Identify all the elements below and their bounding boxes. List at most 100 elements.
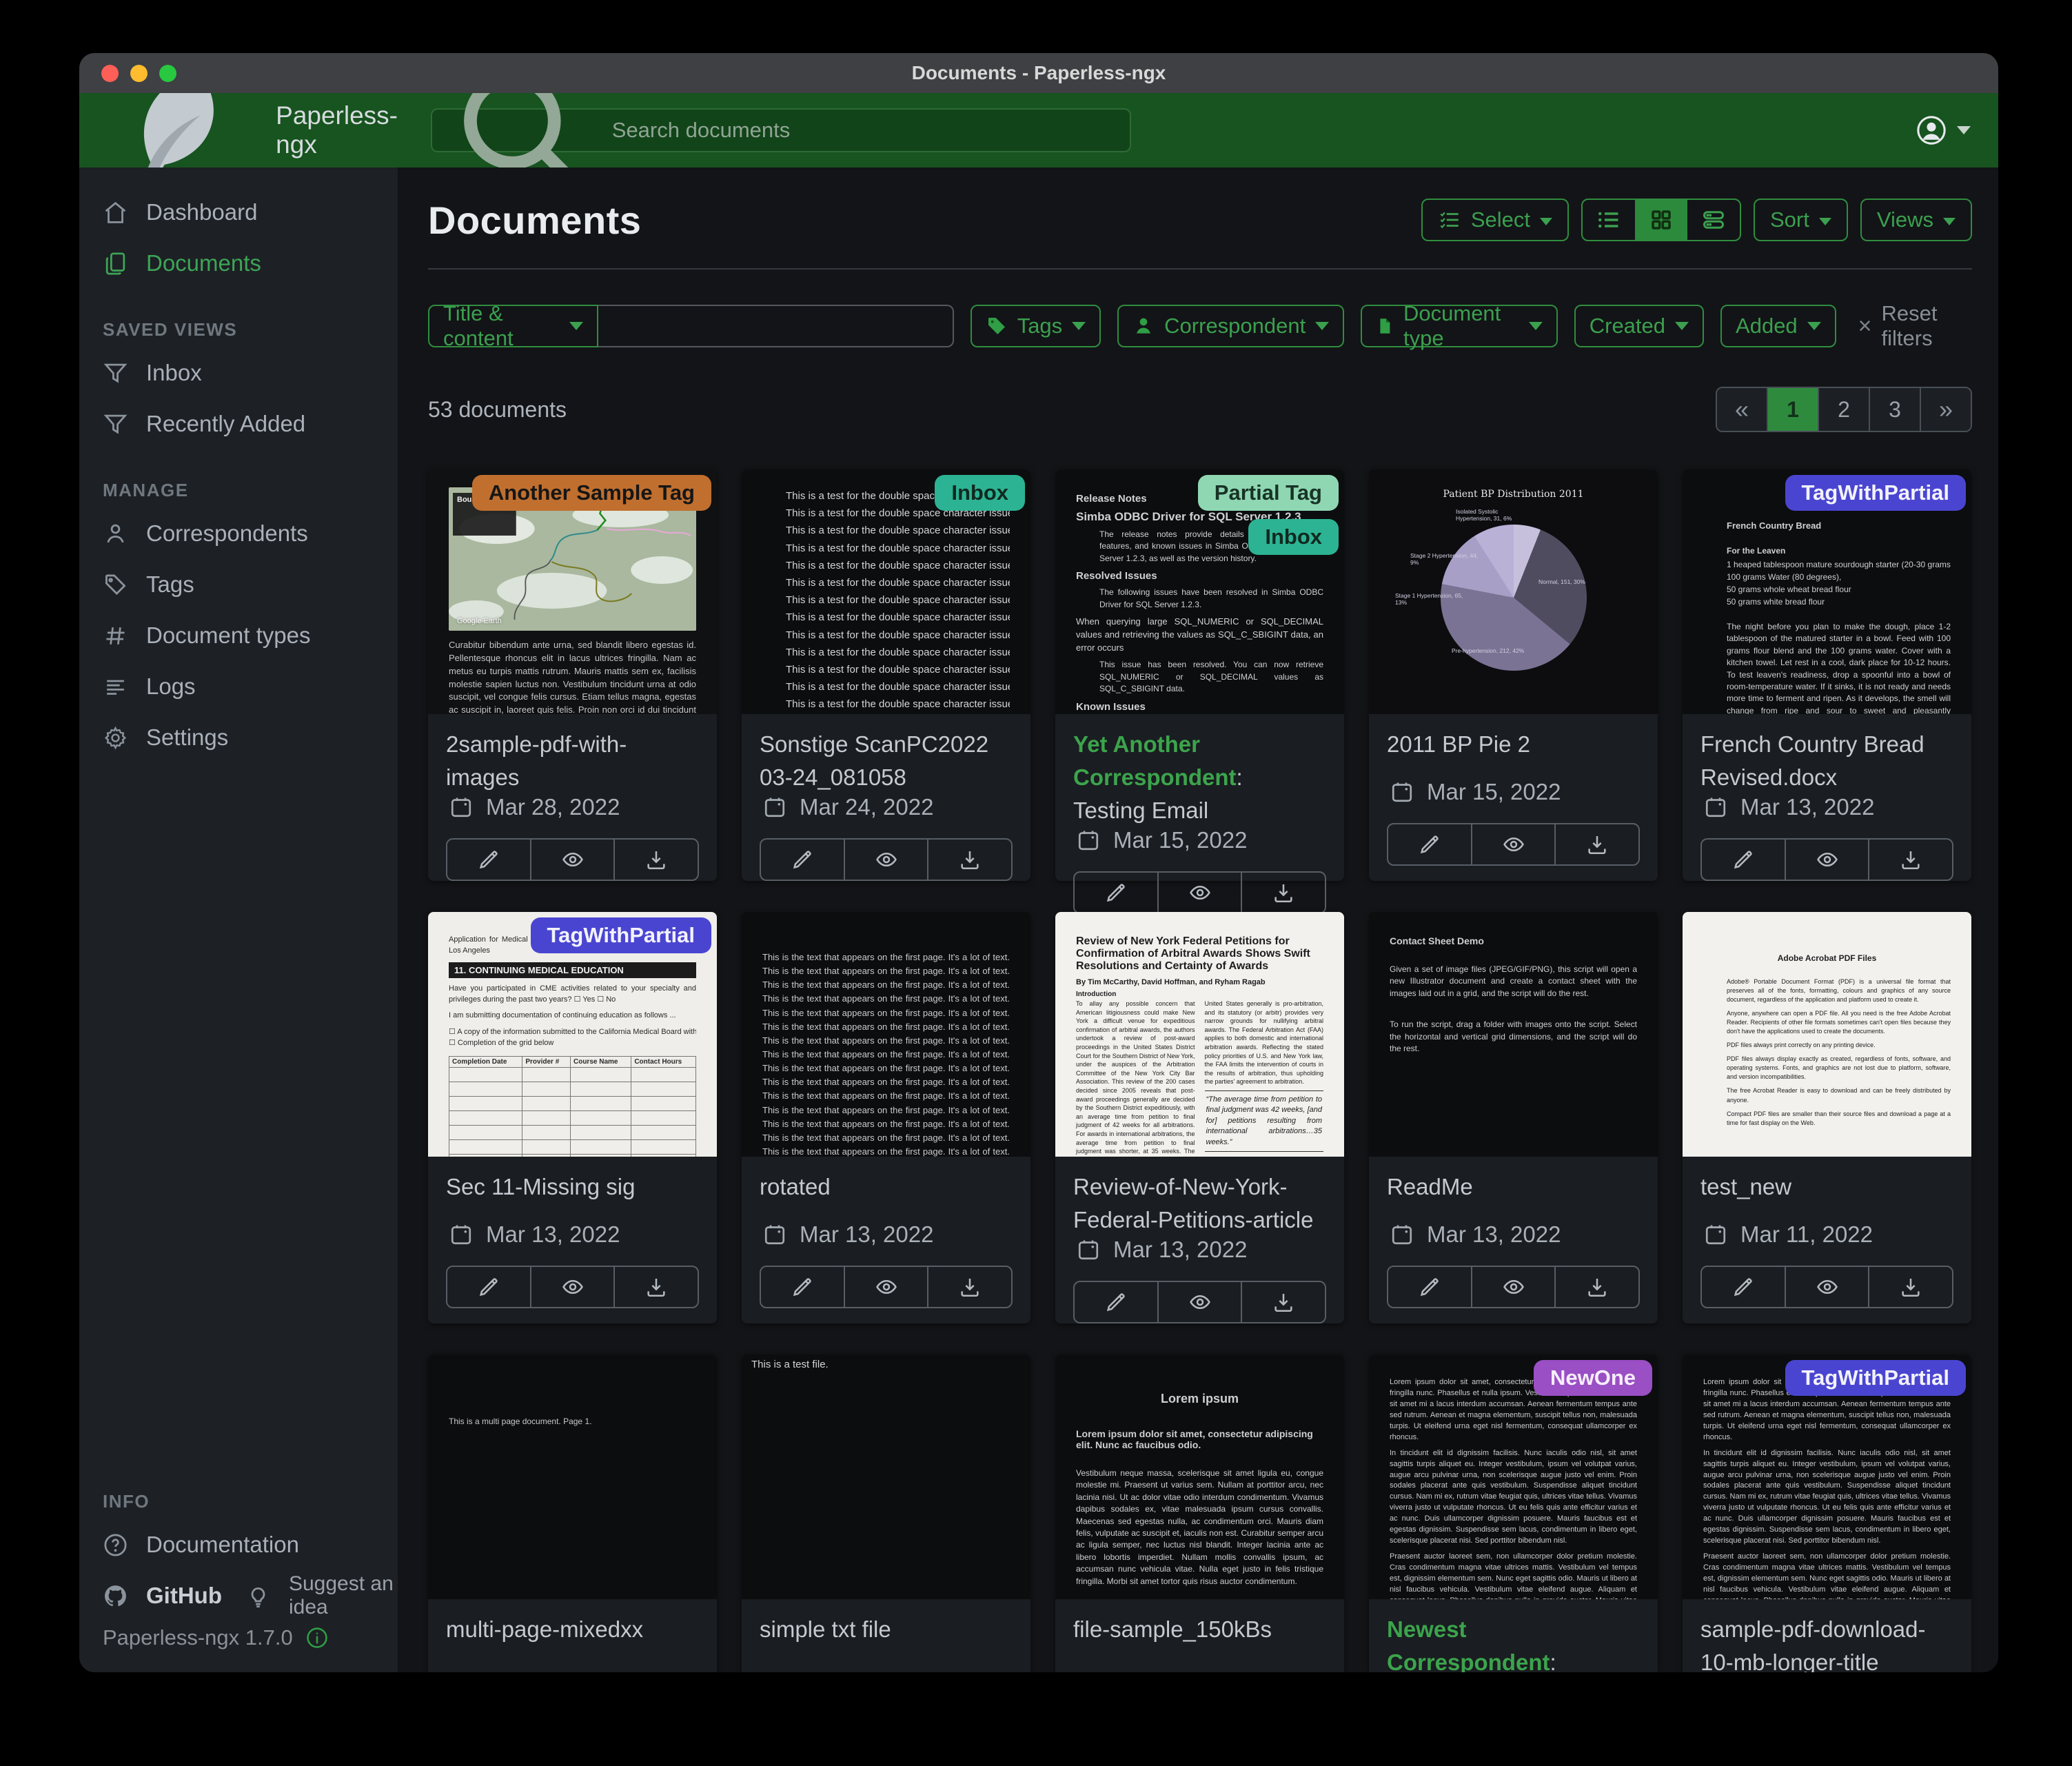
sidebar-item-documents[interactable]: Documents	[79, 238, 398, 289]
view-button[interactable]	[1157, 1282, 1241, 1322]
document-thumbnail[interactable]: Lorem ipsumLorem ipsum dolor sit amet, c…	[1055, 1354, 1344, 1599]
document-correspondent-link[interactable]: Newest Correspondent	[1387, 1616, 1550, 1672]
title-content-input[interactable]	[598, 305, 954, 347]
edit-button[interactable]	[1075, 873, 1157, 913]
title-content-dropdown[interactable]: Title & content	[428, 305, 598, 347]
edit-button[interactable]	[1075, 1282, 1157, 1322]
document-thumbnail[interactable]: Review of New York Federal Petitions for…	[1055, 912, 1344, 1157]
document-title-link[interactable]: Sec 11-Missing sig	[446, 1170, 699, 1204]
tag-badge[interactable]: Inbox	[935, 475, 1025, 511]
document-title-link[interactable]: Newest Correspondent: f_combineds	[1387, 1613, 1640, 1672]
download-button[interactable]	[1868, 840, 1952, 880]
maximize-window-button[interactable]	[159, 65, 176, 82]
tag-badge[interactable]: TagWithPartial	[1785, 1360, 1966, 1396]
minimize-window-button[interactable]	[130, 65, 148, 82]
view-button[interactable]	[1471, 1267, 1555, 1307]
edit-button[interactable]	[761, 1267, 844, 1307]
document-thumbnail[interactable]: This is a test file.	[742, 1354, 1030, 1599]
pagination-page-1[interactable]: 1	[1767, 388, 1818, 431]
document-title-link[interactable]: file-sample_150kBs	[1073, 1613, 1326, 1646]
document-thumbnail[interactable]: Contact Sheet DemoGiven a set of image f…	[1369, 912, 1658, 1157]
sidebar-item-recently-added[interactable]: Recently Added	[79, 398, 398, 449]
sidebar-item-inbox[interactable]: Inbox	[79, 347, 398, 398]
edit-button[interactable]	[1388, 1267, 1471, 1307]
pagination-page-3[interactable]: 3	[1869, 388, 1920, 431]
sidebar-item-dashboard[interactable]: Dashboard	[79, 187, 398, 238]
pagination-page-2[interactable]: 2	[1818, 388, 1869, 431]
view-grid-button[interactable]	[1635, 200, 1687, 240]
sidebar-item-correspondents[interactable]: Correspondents	[79, 508, 398, 559]
tag-badge[interactable]: Inbox	[1248, 519, 1339, 555]
download-button[interactable]	[1868, 1267, 1952, 1307]
sidebar-item-document-types[interactable]: Document types	[79, 610, 398, 661]
views-button[interactable]: Views	[1860, 199, 1972, 241]
sidebar-item-suggest-an-idea[interactable]: Suggest an idea	[222, 1570, 398, 1621]
sidebar-item-documentation[interactable]: Documentation	[79, 1519, 398, 1570]
tags-filter-button[interactable]: Tags	[971, 305, 1101, 347]
document-title-link[interactable]: 2011 BP Pie 2	[1387, 728, 1640, 761]
added-filter-button[interactable]: Added	[1720, 305, 1836, 347]
document-title-link[interactable]: ReadMe	[1387, 1170, 1640, 1204]
edit-button[interactable]	[761, 840, 844, 880]
view-button[interactable]	[1785, 1267, 1869, 1307]
download-button[interactable]	[1554, 1267, 1638, 1307]
search-input[interactable]	[611, 117, 1117, 143]
tag-badge[interactable]: NewOne	[1534, 1360, 1652, 1396]
document-title-link[interactable]: simple txt file	[760, 1613, 1013, 1646]
reset-filters-button[interactable]: × Reset filters	[1858, 301, 1972, 351]
pagination-prev-button[interactable]: «	[1717, 388, 1767, 431]
document-correspondent-link[interactable]: Yet Another Correspondent	[1073, 731, 1237, 790]
correspondent-filter-button[interactable]: Correspondent	[1117, 305, 1344, 347]
document-title-link[interactable]: Yet Another Correspondent: Testing Email	[1073, 728, 1326, 827]
close-window-button[interactable]	[101, 65, 119, 82]
tag-badge[interactable]: Another Sample Tag	[472, 475, 711, 511]
created-filter-button[interactable]: Created	[1574, 305, 1704, 347]
document-title-link[interactable]: Sonstige ScanPC2022 03-24_081058	[760, 728, 1013, 794]
document-title-link[interactable]: French Country Bread Revised.docx	[1700, 728, 1953, 794]
document-thumbnail[interactable]: This is a multi page document. Page 1.	[428, 1354, 717, 1599]
download-button[interactable]	[927, 840, 1011, 880]
download-button[interactable]	[1241, 1282, 1325, 1322]
pagination-next-button[interactable]: »	[1920, 388, 1971, 431]
edit-button[interactable]	[1702, 840, 1785, 880]
tag-badge[interactable]: TagWithPartial	[531, 917, 711, 953]
download-button[interactable]	[613, 1267, 698, 1307]
sidebar-item-tags[interactable]: Tags	[79, 559, 398, 610]
document-title-link[interactable]: rotated	[760, 1170, 1013, 1204]
view-button[interactable]	[530, 1267, 614, 1307]
document-thumbnail[interactable]: Adobe Acrobat PDF FilesAdobe® Portable D…	[1683, 912, 1971, 1157]
document-thumbnail[interactable]: This is the text that appears on the fir…	[742, 912, 1030, 1157]
view-button[interactable]	[844, 1267, 928, 1307]
sidebar-item-logs[interactable]: Logs	[79, 661, 398, 712]
document-title-link[interactable]: multi-page-mixedxx	[446, 1613, 699, 1646]
sidebar-item-settings[interactable]: Settings	[79, 712, 398, 763]
view-list-button[interactable]	[1583, 200, 1635, 240]
document-thumbnail[interactable]: Patient BP Distribution 2011Isolated Sys…	[1369, 469, 1658, 714]
tag-badge[interactable]: TagWithPartial	[1785, 475, 1966, 511]
download-button[interactable]	[927, 1267, 1011, 1307]
view-button[interactable]	[1157, 873, 1241, 913]
edit-button[interactable]	[1388, 824, 1471, 864]
download-button[interactable]	[613, 840, 698, 880]
view-details-button[interactable]	[1687, 200, 1740, 240]
download-button[interactable]	[1241, 873, 1325, 913]
view-button[interactable]	[1471, 824, 1555, 864]
edit-button[interactable]	[1702, 1267, 1785, 1307]
document-title-link[interactable]: sample-pdf-download-10-mb-longer-title	[1700, 1613, 1953, 1672]
document-title-link[interactable]: test_new	[1700, 1170, 1953, 1204]
document-title-link[interactable]: Review-of-New-York-Federal-Petitions-art…	[1073, 1170, 1326, 1237]
view-button[interactable]	[844, 840, 928, 880]
thumb-heading: Contact Sheet Demo	[1390, 935, 1637, 946]
document-type-filter-button[interactable]: Document type	[1361, 305, 1557, 347]
sidebar-item-github[interactable]: GitHub	[79, 1570, 222, 1621]
document-title-link[interactable]: 2sample-pdf-with-images	[446, 728, 699, 794]
download-button[interactable]	[1554, 824, 1638, 864]
view-button[interactable]	[530, 840, 614, 880]
view-button[interactable]	[1785, 840, 1869, 880]
sort-button[interactable]: Sort	[1754, 199, 1848, 241]
edit-button[interactable]	[447, 1267, 530, 1307]
user-menu[interactable]	[1916, 114, 1971, 146]
tag-badge[interactable]: Partial Tag	[1198, 475, 1339, 511]
select-button[interactable]: Select	[1421, 199, 1569, 241]
edit-button[interactable]	[447, 840, 530, 880]
